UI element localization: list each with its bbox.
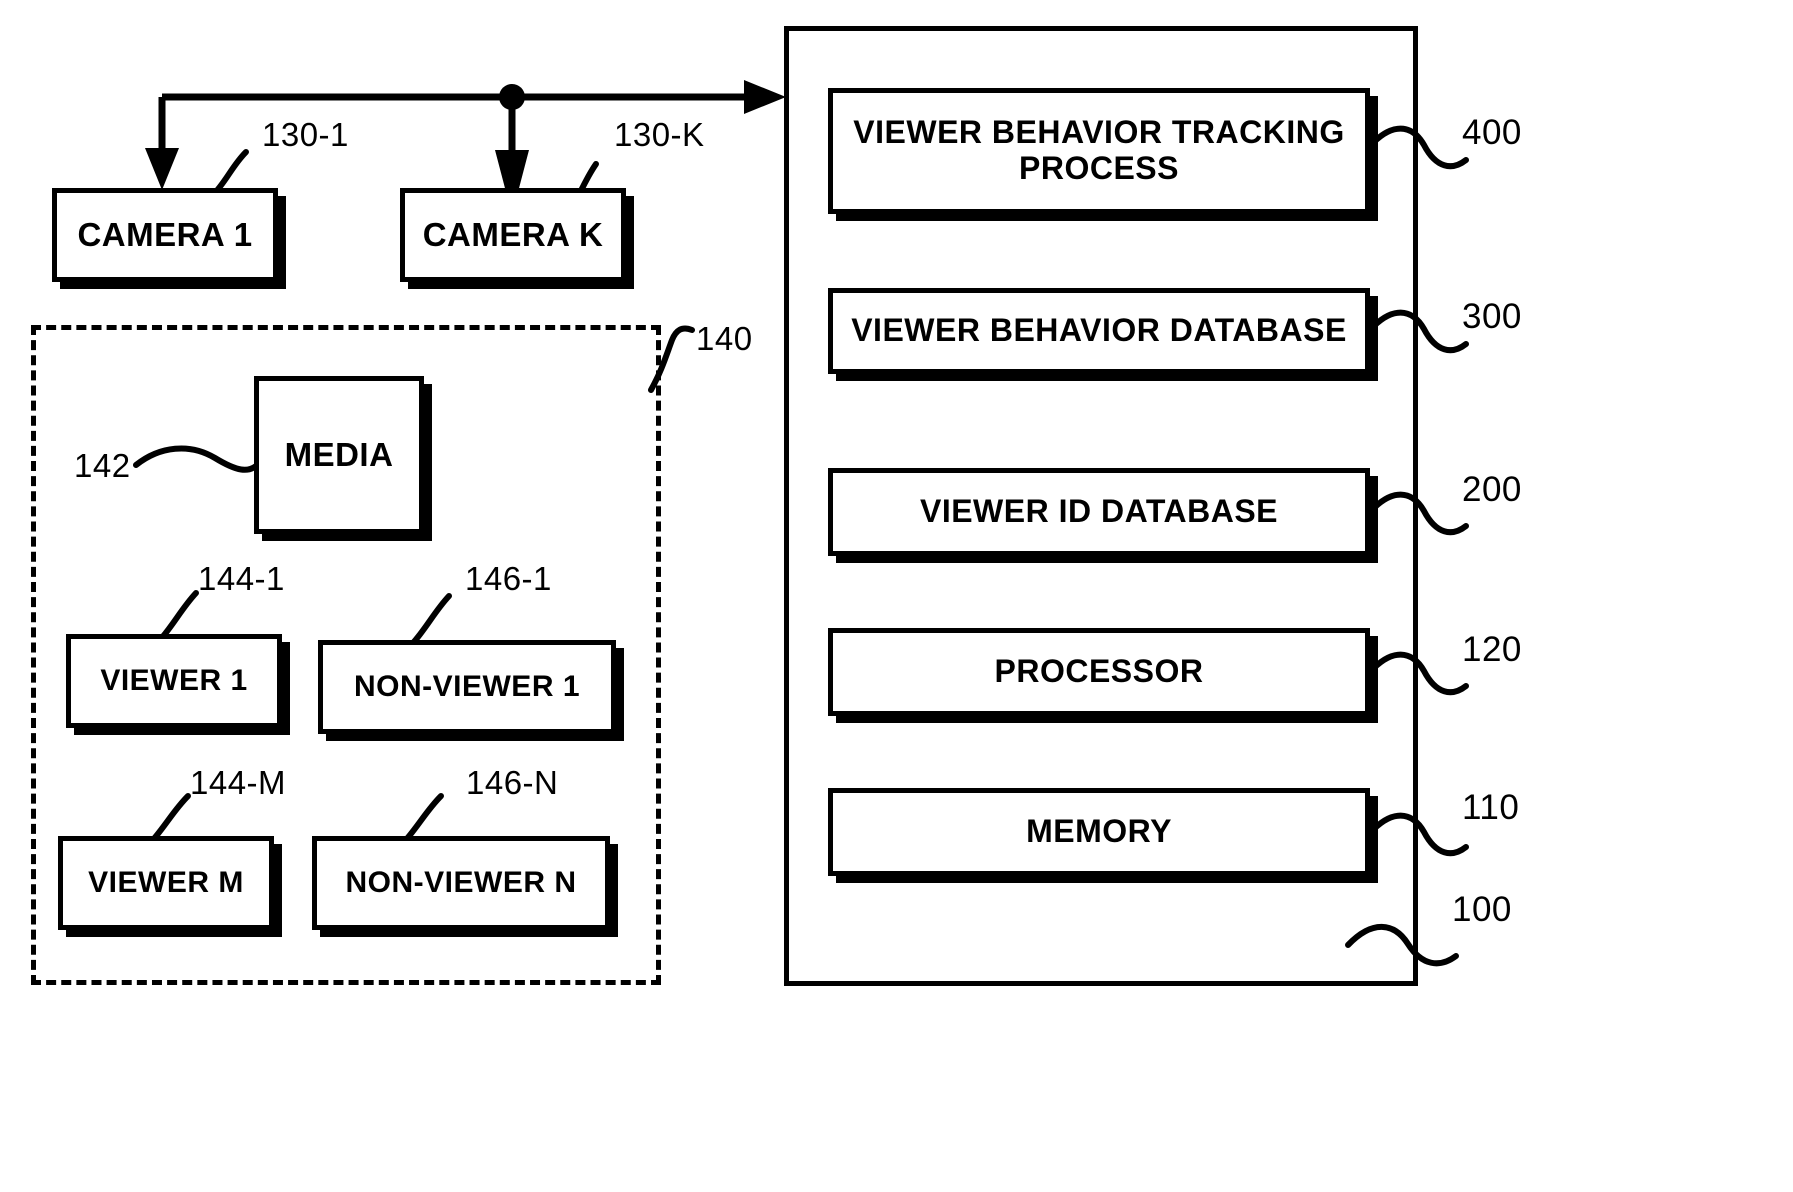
patent-figure-canvas: CAMERA 1 CAMERA K MEDIA VIEWER 1 NON-VIE… [0,0,1793,1192]
ref-200: 200 [1462,470,1522,509]
camera-k-box[interactable]: CAMERA K [400,188,626,282]
module-110-shadow-right [1370,796,1378,883]
viewer-behavior-tracking-process-box[interactable]: VIEWER BEHAVIOR TRACKING PROCESS [828,88,1370,214]
memory-box[interactable]: MEMORY [828,788,1370,876]
camera-k-label: CAMERA K [422,215,604,253]
viewer-1-box-shadow-right [282,642,290,735]
module-200-shadow-right [1370,476,1378,563]
non-viewer-1-box-shadow-right [616,648,624,741]
non-viewer-n-label: NON-VIEWER N [345,866,577,900]
module-120-shadow-bottom [836,716,1378,723]
ref-120: 120 [1462,630,1522,669]
ref-144-m: 144-M [190,764,287,801]
ref-140: 140 [696,320,753,357]
module-200-shadow-bottom [836,556,1378,563]
arrow-to-camera-1 [145,148,179,190]
ref-146-1: 146-1 [465,560,552,597]
non-viewer-1-box[interactable]: NON-VIEWER 1 [318,640,616,734]
viewer-1-box[interactable]: VIEWER 1 [66,634,282,728]
camera-1-box-shadow-right [278,196,286,289]
processor-label: PROCESSOR [994,653,1204,690]
viewer-m-label: VIEWER M [88,866,244,900]
module-110-shadow-bottom [836,876,1378,883]
ref-300: 300 [1462,297,1522,336]
ref-146-n: 146-N [466,764,559,801]
non-viewer-n-box-shadow [320,930,618,937]
viewer-id-database-box[interactable]: VIEWER ID DATABASE [828,468,1370,556]
media-box-shadow [262,534,432,541]
camera-1-label: CAMERA 1 [77,215,253,253]
viewer-behavior-database-box[interactable]: VIEWER BEHAVIOR DATABASE [828,288,1370,374]
media-box[interactable]: MEDIA [254,376,424,534]
viewer-id-database-label: VIEWER ID DATABASE [919,493,1279,530]
ref-142: 142 [74,447,131,484]
module-300-shadow-bottom [836,374,1378,381]
module-400-shadow-bottom [836,214,1378,221]
media-box-shadow-right [424,384,432,541]
module-400-shadow-right [1370,96,1378,221]
viewer-1-box-shadow [74,728,290,735]
ref-110: 110 [1462,788,1520,827]
camera-1-box[interactable]: CAMERA 1 [52,188,278,282]
ref-400: 400 [1462,113,1522,152]
module-300-shadow-right [1370,296,1378,381]
ref-144-1: 144-1 [198,560,285,597]
viewer-m-box-shadow [66,930,282,937]
non-viewer-1-label: NON-VIEWER 1 [353,670,581,704]
ref-130-1: 130-1 [262,116,349,153]
camera-1-box-shadow [60,282,286,289]
viewer-m-box-shadow-right [274,844,282,937]
processor-box[interactable]: PROCESSOR [828,628,1370,716]
viewer-m-box[interactable]: VIEWER M [58,836,274,930]
viewer-behavior-database-label: VIEWER BEHAVIOR DATABASE [851,312,1347,349]
non-viewer-1-box-shadow [326,734,624,741]
memory-label: MEMORY [1026,813,1172,850]
ref-100: 100 [1452,890,1512,929]
non-viewer-n-box[interactable]: NON-VIEWER N [312,836,610,930]
viewer-behavior-tracking-process-label: VIEWER BEHAVIOR TRACKING PROCESS [853,114,1345,186]
non-viewer-n-box-shadow-right [610,844,618,937]
camera-k-box-shadow [408,282,634,289]
arrow-to-system [744,80,786,114]
viewer-1-label: VIEWER 1 [100,664,248,698]
ref-130-k: 130-K [614,116,705,153]
module-120-shadow-right [1370,636,1378,723]
media-label: MEDIA [284,435,394,473]
camera-k-box-shadow-right [626,196,634,289]
